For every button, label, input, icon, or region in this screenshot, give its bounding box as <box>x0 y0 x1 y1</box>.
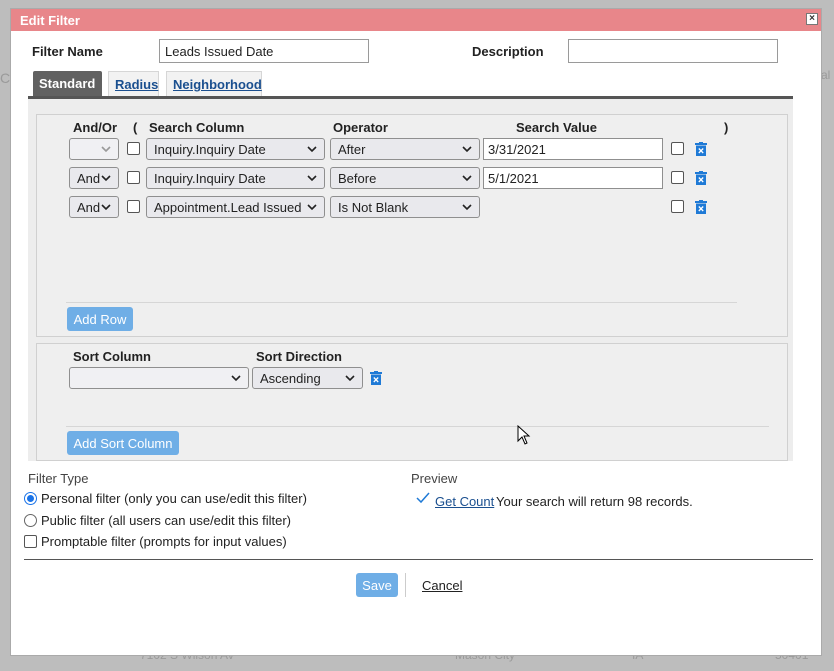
operator-select[interactable]: Before <box>330 167 480 189</box>
mouse-pointer-icon <box>517 425 531 445</box>
preview-result-text: Your search will return 98 records. <box>496 494 693 509</box>
criteria-divider <box>66 302 737 303</box>
search-column-value: Inquiry.Inquiry Date <box>154 171 266 186</box>
search-column-value: Inquiry.Inquiry Date <box>154 142 266 157</box>
chevron-down-icon <box>307 204 317 211</box>
and-or-select[interactable]: And <box>69 196 119 218</box>
and-or-value: And <box>77 171 101 186</box>
close-button[interactable]: × <box>806 13 818 25</box>
add-sort-column-button[interactable]: Add Sort Column <box>67 431 179 455</box>
sort-divider <box>66 426 769 427</box>
chevron-down-icon <box>462 204 472 211</box>
close-paren-checkbox[interactable] <box>671 200 684 213</box>
save-button[interactable]: Save <box>356 573 398 597</box>
public-filter-label: Public filter (all users can use/edit th… <box>41 513 291 528</box>
and-or-select[interactable]: And <box>69 167 119 189</box>
description-input[interactable] <box>568 39 778 63</box>
chevron-down-icon <box>462 175 472 182</box>
operator-select[interactable]: After <box>330 138 480 160</box>
personal-filter-label: Personal filter (only you can use/edit t… <box>41 491 307 506</box>
close-paren-checkbox[interactable] <box>671 171 684 184</box>
filter-name-input[interactable] <box>159 39 369 63</box>
chevron-down-icon <box>101 204 111 211</box>
promptable-filter-checkbox[interactable] <box>24 535 37 548</box>
sort-direction-select[interactable]: Ascending <box>252 367 363 389</box>
tab-neighborhood[interactable]: Neighborhood <box>166 71 262 96</box>
tab-radius[interactable]: Radius <box>108 71 159 96</box>
dialog-titlebar[interactable]: Edit Filter × <box>11 9 821 31</box>
footer-separator <box>405 573 406 597</box>
sort-direction-value: Ascending <box>260 371 321 386</box>
cancel-link[interactable]: Cancel <box>422 578 462 593</box>
chevron-down-icon <box>307 146 317 153</box>
background-text: al <box>821 68 831 82</box>
add-row-button[interactable]: Add Row <box>67 307 133 331</box>
promptable-filter-label: Promptable filter (prompts for input val… <box>41 534 287 549</box>
dialog-title: Edit Filter <box>20 13 80 28</box>
search-column-select[interactable]: Inquiry.Inquiry Date <box>146 138 325 160</box>
personal-filter-radio[interactable] <box>24 492 37 505</box>
chevron-down-icon <box>345 375 355 382</box>
chevron-down-icon <box>462 146 472 153</box>
operator-value: Is Not Blank <box>338 200 409 215</box>
delete-row-icon[interactable] <box>695 171 707 185</box>
search-column-select[interactable]: Inquiry.Inquiry Date <box>146 167 325 189</box>
filter-name-label: Filter Name <box>32 44 103 59</box>
and-or-select[interactable] <box>69 138 119 160</box>
get-count-link[interactable]: Get Count <box>435 494 494 509</box>
chevron-down-icon <box>231 375 241 382</box>
delete-row-icon[interactable] <box>695 200 707 214</box>
footer-divider <box>24 559 813 560</box>
search-column-select[interactable]: Appointment.Lead Issued <box>146 196 325 218</box>
public-filter-radio[interactable] <box>24 514 37 527</box>
preview-title: Preview <box>411 471 458 486</box>
and-or-value: And <box>77 200 101 215</box>
close-paren-checkbox[interactable] <box>671 142 684 155</box>
search-value-input[interactable] <box>483 138 663 160</box>
sort-column-header: Sort Column <box>73 349 151 364</box>
search-value-input[interactable] <box>483 167 663 189</box>
search-column-value: Appointment.Lead Issued <box>154 200 302 215</box>
open-paren-checkbox[interactable] <box>127 171 140 184</box>
search-value-header: Search Value <box>516 120 597 135</box>
chevron-down-icon <box>101 175 111 182</box>
operator-value: Before <box>338 171 377 186</box>
tab-standard[interactable]: Standard <box>33 71 102 96</box>
open-paren-header: ( <box>133 120 138 135</box>
chevron-down-icon <box>101 146 111 153</box>
edit-filter-dialog: Edit Filter × Filter Name Description St… <box>10 8 822 656</box>
background-text: C <box>0 70 11 86</box>
operator-header: Operator <box>333 120 388 135</box>
delete-sort-icon[interactable] <box>370 371 382 385</box>
description-label: Description <box>472 44 544 59</box>
open-paren-checkbox[interactable] <box>127 142 140 155</box>
filter-type-title: Filter Type <box>28 471 89 486</box>
delete-row-icon[interactable] <box>695 142 707 156</box>
chevron-down-icon <box>307 175 317 182</box>
checkmark-icon <box>416 492 430 504</box>
close-paren-header: ) <box>724 120 729 135</box>
sort-direction-header: Sort Direction <box>256 349 342 364</box>
operator-value: After <box>338 142 366 157</box>
open-paren-checkbox[interactable] <box>127 200 140 213</box>
search-column-header: Search Column <box>149 120 245 135</box>
sort-column-select[interactable] <box>69 367 249 389</box>
operator-select[interactable]: Is Not Blank <box>330 196 480 218</box>
and-or-header: And/Or <box>73 120 118 135</box>
